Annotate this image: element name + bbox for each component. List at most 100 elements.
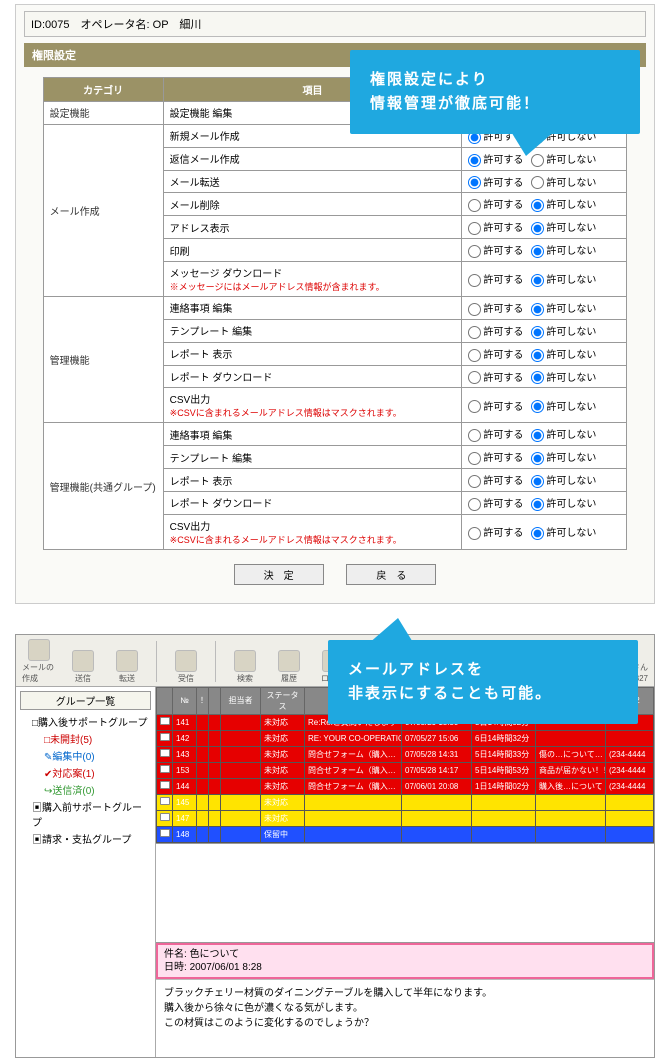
toolbar-受信[interactable]: 受信 <box>169 650 203 684</box>
allow-yes-option[interactable]: 許可する <box>468 275 523 286</box>
allow-no-option[interactable]: 許可しない <box>531 350 596 361</box>
allow-yes-option[interactable]: 許可する <box>468 200 523 211</box>
allow-no-radio[interactable] <box>531 303 544 316</box>
allow-yes-radio[interactable] <box>468 303 481 316</box>
allow-no-option[interactable]: 許可しない <box>531 246 596 257</box>
allow-no-radio[interactable] <box>531 222 544 235</box>
allow-yes-option[interactable]: 許可する <box>468 402 523 413</box>
tree-item[interactable]: ▣購入前サポートグループ <box>20 798 151 830</box>
allow-no-option[interactable]: 許可しない <box>531 178 596 189</box>
allow-no-radio[interactable] <box>531 527 544 540</box>
tree-item[interactable]: □未開封(5) <box>20 730 151 747</box>
allow-yes-radio[interactable] <box>468 154 481 167</box>
allow-no-option[interactable]: 許可しない <box>531 453 596 464</box>
allow-yes-radio[interactable] <box>468 176 481 189</box>
allow-yes-radio[interactable] <box>468 245 481 258</box>
toolbar-送信[interactable]: 送信 <box>66 650 100 684</box>
allow-no-option[interactable]: 許可しない <box>531 155 596 166</box>
allow-no-option[interactable]: 許可しない <box>531 327 596 338</box>
table-row[interactable]: 153未対応問合せフォーム（購入…07/05/28 14:175日14時間53分… <box>157 762 654 778</box>
msg-subject-label: 件名: <box>164 949 187 960</box>
allow-yes-option[interactable]: 許可する <box>468 304 523 315</box>
allow-no-radio[interactable] <box>531 475 544 488</box>
grid-header[interactable] <box>209 687 221 714</box>
mail-icon <box>160 797 170 805</box>
allow-no-radio[interactable] <box>531 400 544 413</box>
allow-yes-radio[interactable] <box>468 349 481 362</box>
tree-item[interactable]: ✎編集中(0) <box>20 747 151 764</box>
allow-no-radio[interactable] <box>531 429 544 442</box>
allow-yes-option[interactable]: 許可する <box>468 453 523 464</box>
allow-yes-option[interactable]: 許可する <box>468 373 523 384</box>
back-button[interactable]: 戻 る <box>346 564 436 585</box>
allow-yes-radio[interactable] <box>468 452 481 465</box>
allow-no-radio[interactable] <box>531 349 544 362</box>
grid-cell: 未対応 <box>261 746 305 762</box>
allow-no-option[interactable]: 許可しない <box>531 223 596 234</box>
tree-item[interactable]: ✔対応案(1) <box>20 764 151 781</box>
allow-yes-radio[interactable] <box>468 326 481 339</box>
tree-item[interactable]: ▣請求・支払グループ <box>20 830 151 847</box>
allow-no-option[interactable]: 許可しない <box>531 476 596 487</box>
allow-no-option[interactable]: 許可しない <box>531 430 596 441</box>
table-row[interactable]: 145未対応 <box>157 794 654 810</box>
grid-header[interactable]: ステータス <box>261 687 305 714</box>
toolbar-検索[interactable]: 検索 <box>228 650 262 684</box>
allow-yes-radio[interactable] <box>468 400 481 413</box>
allow-no-option[interactable]: 許可しない <box>531 275 596 286</box>
allow-no-radio[interactable] <box>531 498 544 511</box>
allow-yes-option[interactable]: 許可する <box>468 350 523 361</box>
allow-no-radio[interactable] <box>531 176 544 189</box>
grid-cell: 5日14時間33分 <box>472 746 536 762</box>
grid-header[interactable]: 担当者 <box>221 687 261 714</box>
allow-yes-option[interactable]: 許可する <box>468 528 523 539</box>
allow-yes-radio[interactable] <box>468 274 481 287</box>
table-row[interactable]: 142未対応RE: YOUR CO-OPERATION07/05/27 15:0… <box>157 730 654 746</box>
allow-yes-option[interactable]: 許可する <box>468 499 523 510</box>
allow-no-radio[interactable] <box>531 371 544 384</box>
allow-no-option[interactable]: 許可しない <box>531 304 596 315</box>
allow-no-option[interactable]: 許可しない <box>531 528 596 539</box>
allow-yes-radio[interactable] <box>468 527 481 540</box>
toolbar-転送[interactable]: 転送 <box>110 650 144 684</box>
allow-yes-radio[interactable] <box>468 222 481 235</box>
allow-no-radio[interactable] <box>531 199 544 212</box>
table-row[interactable]: 144未対応問合せフォーム（購入…07/06/01 20:081日14時間02分… <box>157 778 654 794</box>
allow-no-option[interactable]: 許可しない <box>531 402 596 413</box>
allow-no-radio[interactable] <box>531 326 544 339</box>
submit-button[interactable]: 決 定 <box>234 564 324 585</box>
grid-header[interactable]: ！ <box>197 687 209 714</box>
allow-yes-option[interactable]: 許可する <box>468 178 523 189</box>
table-row[interactable]: 147未対応 <box>157 810 654 826</box>
allow-yes-option[interactable]: 許可する <box>468 476 523 487</box>
toolbar-履歴[interactable]: 履歴 <box>272 650 306 684</box>
allow-yes-option[interactable]: 許可する <box>468 246 523 257</box>
allow-yes-option[interactable]: 許可する <box>468 223 523 234</box>
allow-no-radio[interactable] <box>531 452 544 465</box>
allow-yes-option[interactable]: 許可する <box>468 327 523 338</box>
allow-yes-option[interactable]: 許可する <box>468 430 523 441</box>
grid-cell: 未対応 <box>261 762 305 778</box>
grid-header[interactable]: № <box>173 687 197 714</box>
grid-header[interactable] <box>157 687 173 714</box>
allow-yes-radio[interactable] <box>468 429 481 442</box>
tree-item[interactable]: ↪送信済(0) <box>20 781 151 798</box>
allow-yes-radio[interactable] <box>468 498 481 511</box>
table-row[interactable]: 143未対応問合せフォーム（購入…07/05/28 14:315日14時間33分… <box>157 746 654 762</box>
table-row[interactable]: 148保留中 <box>157 826 654 842</box>
allow-no-option[interactable]: 許可しない <box>531 373 596 384</box>
toolbar-メールの作成[interactable]: メールの作成 <box>22 639 56 684</box>
group-tree: グループ一覧 □購入後サポートグループ□未開封(5)✎編集中(0)✔対応案(1)… <box>16 687 156 1057</box>
allow-no-radio[interactable] <box>531 245 544 258</box>
allow-yes-radio[interactable] <box>468 371 481 384</box>
tree-item[interactable]: □購入後サポートグループ <box>20 713 151 730</box>
allow-yes-radio[interactable] <box>468 199 481 212</box>
item-cell: レポート ダウンロード <box>163 492 462 515</box>
allow-yes-radio[interactable] <box>468 475 481 488</box>
grid-cell: 購入後…について <box>536 778 606 794</box>
allow-no-radio[interactable] <box>531 274 544 287</box>
allow-yes-option[interactable]: 許可する <box>468 155 523 166</box>
allow-no-option[interactable]: 許可しない <box>531 499 596 510</box>
grid-cell <box>221 730 261 746</box>
allow-no-option[interactable]: 許可しない <box>531 200 596 211</box>
